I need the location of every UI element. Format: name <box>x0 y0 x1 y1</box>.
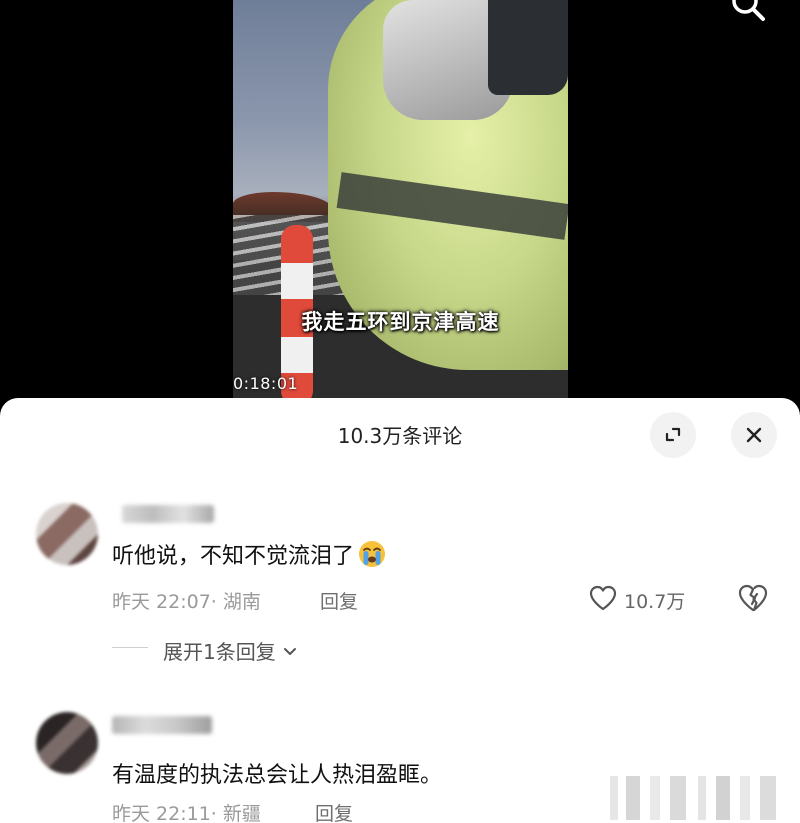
username-blurred[interactable] <box>122 505 214 523</box>
avatar[interactable] <box>36 712 98 774</box>
close-icon <box>746 427 762 443</box>
watermark-logo <box>610 776 776 820</box>
expand-replies-label: 展开1条回复 <box>163 640 276 664</box>
comment-text: 听他说，不知不觉流泪了 <box>112 538 386 570</box>
like-count: 10.7万 <box>624 591 686 613</box>
comment-body: 听他说，不知不觉流泪了 <box>112 544 355 569</box>
expand-fullscreen-button[interactable] <box>650 412 696 458</box>
avatar[interactable] <box>36 503 98 565</box>
video-timecode: 0:18:01 <box>233 374 299 393</box>
comment-body: 有温度的执法总会让人热泪盈眶。 <box>112 763 443 788</box>
comment-meta: 昨天 22:07· 湖南 <box>112 591 261 613</box>
username-blurred[interactable] <box>112 716 212 734</box>
video-subtitle: 我走五环到京津高速 <box>301 310 500 334</box>
video-player[interactable]: 我走五环到京津高速 0:18:01 <box>0 0 800 405</box>
reply-button[interactable]: 回复 <box>320 587 358 614</box>
video-frame[interactable]: 我走五环到京津高速 <box>233 0 568 405</box>
heart-icon[interactable] <box>588 584 618 612</box>
search-icon[interactable] <box>730 0 766 22</box>
reply-button[interactable]: 回复 <box>315 799 353 823</box>
close-comments-button[interactable] <box>731 412 777 458</box>
comment-meta: 昨天 22:11· 新疆 <box>112 803 261 823</box>
video-scene-backpack <box>488 0 568 95</box>
expand-icon <box>665 427 681 442</box>
broken-heart-icon[interactable] <box>737 583 769 613</box>
loudly-crying-face-icon <box>359 541 386 567</box>
chevron-down-icon <box>283 647 296 655</box>
comment-text: 有温度的执法总会让人热泪盈眶。 <box>112 757 442 789</box>
expand-replies-button[interactable]: 展开1条回复 <box>163 636 298 665</box>
expand-divider <box>112 647 148 648</box>
